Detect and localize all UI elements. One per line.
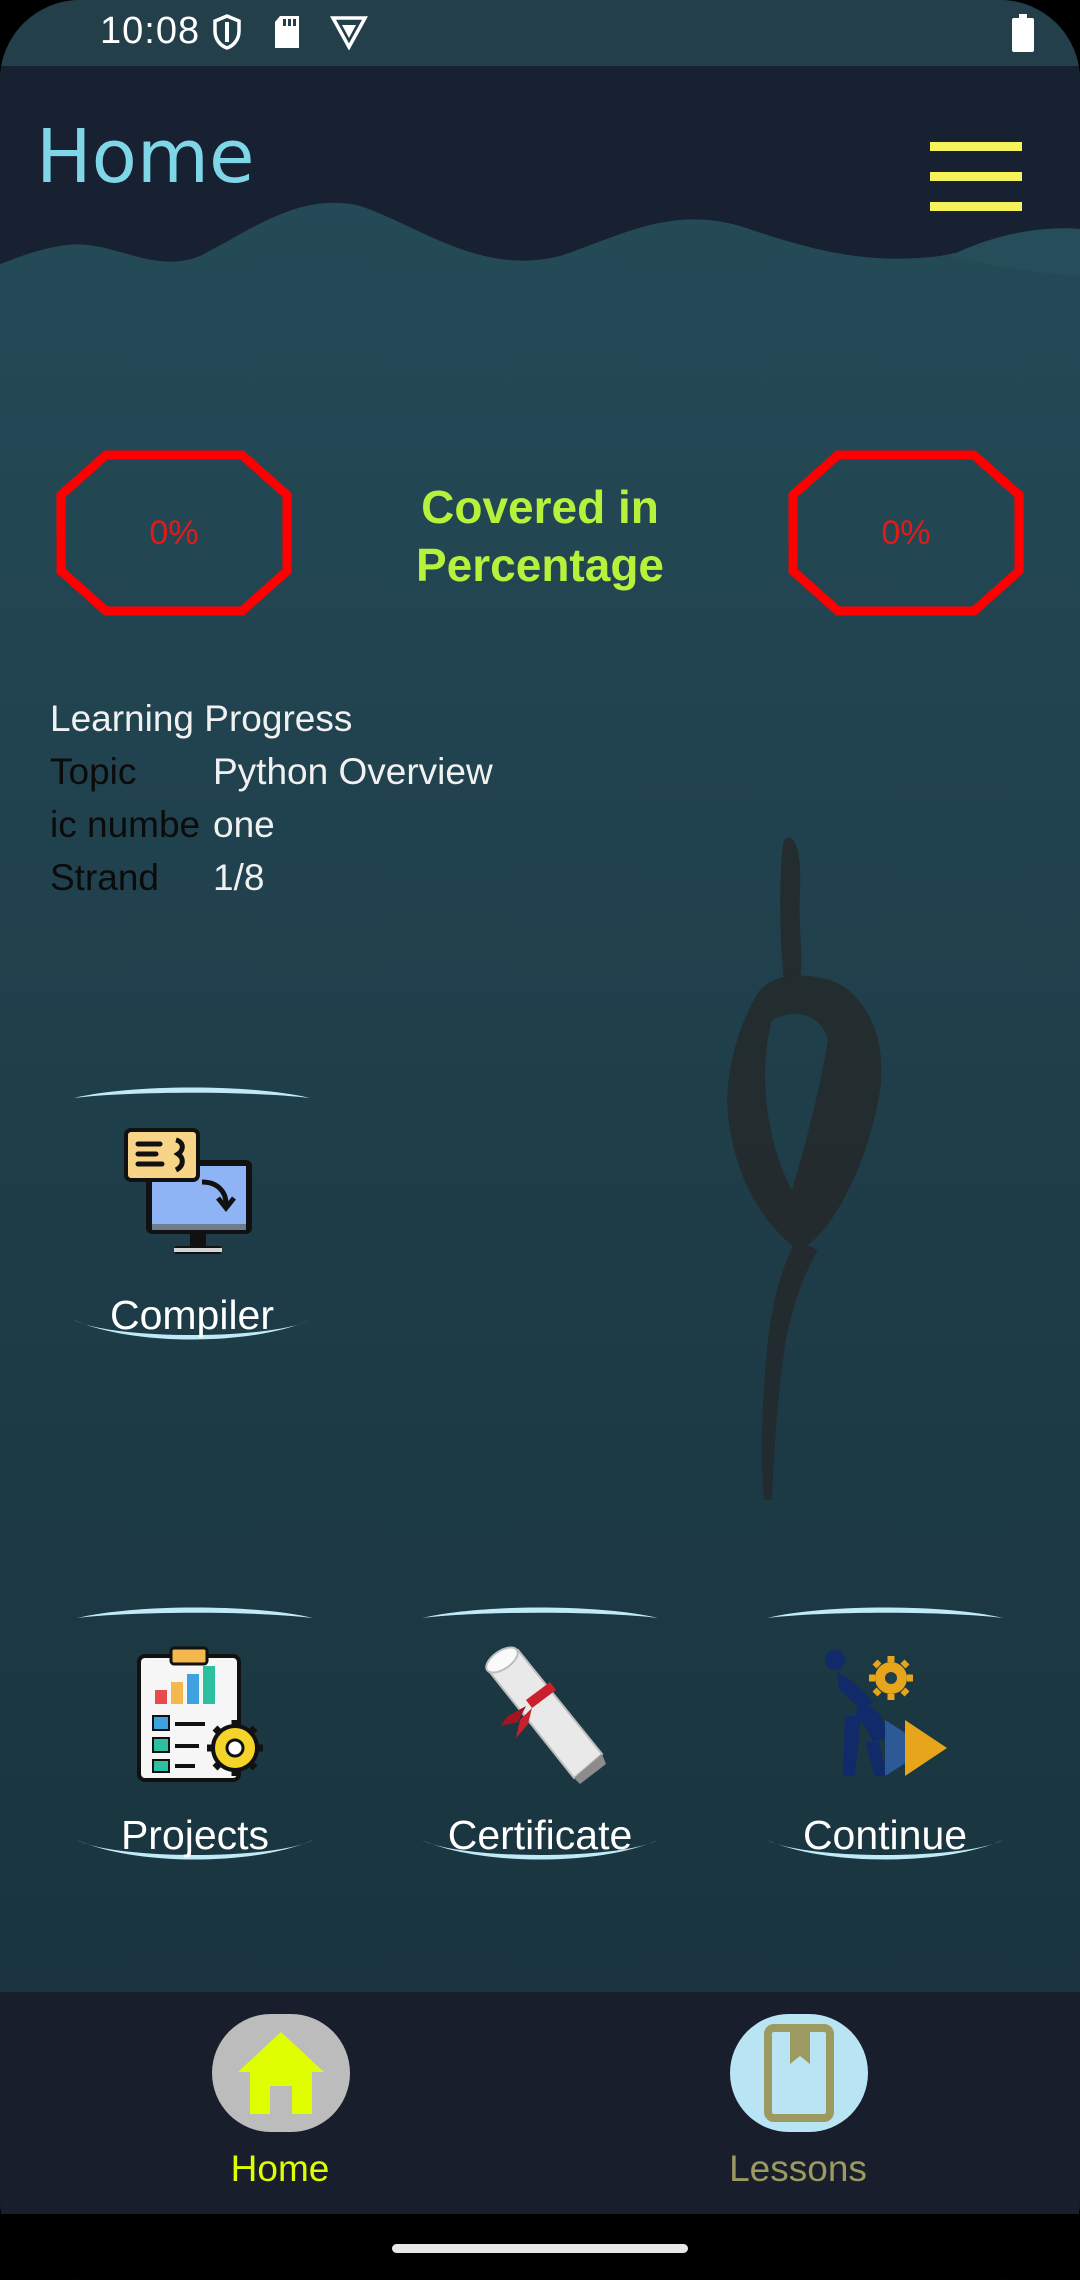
continue-tile[interactable]: Continue xyxy=(765,1606,1005,1886)
progress-left-value: 0% xyxy=(149,513,199,552)
covered-percentage-label: Covered in Percentage xyxy=(415,481,664,591)
certificate-scroll-icon xyxy=(485,1646,606,1784)
hamburger-menu-icon[interactable] xyxy=(930,142,1022,212)
projects-tile[interactable]: Projects xyxy=(75,1606,315,1886)
vpn-icon xyxy=(330,16,368,50)
tile-top-arc xyxy=(422,1607,658,1618)
nav-home-pill xyxy=(212,2014,350,2132)
status-bar: 10:08 xyxy=(0,0,1080,66)
status-time: 10:08 xyxy=(100,10,201,52)
certificate-tile[interactable]: Certificate xyxy=(420,1606,660,1886)
certificate-label: Certificate xyxy=(447,1812,633,1858)
compiler-computer-icon xyxy=(124,1128,252,1254)
topic-value: Python Overview xyxy=(213,751,493,792)
topic-number-label: ic numbe xyxy=(50,804,201,845)
project-clipboard-icon xyxy=(137,1646,263,1782)
progress-right-value: 0% xyxy=(881,513,931,552)
sd-card-icon xyxy=(275,16,299,48)
projects-label: Projects xyxy=(120,1812,270,1858)
battery-icon xyxy=(1012,14,1034,52)
book-icon xyxy=(764,2024,834,2122)
nav-item-lessons[interactable]: Lessons xyxy=(688,2014,908,2204)
page-title: Home xyxy=(36,114,255,200)
strand-label: Strand xyxy=(50,857,160,898)
progress-octagon-right: 0% xyxy=(788,450,1024,616)
home-icon xyxy=(238,2032,324,2114)
decorative-shadow-figure xyxy=(727,837,882,1500)
system-gesture-bar xyxy=(0,2214,1080,2280)
topic-number-value: one xyxy=(213,804,275,845)
continue-worker-icon xyxy=(825,1650,947,1776)
strand-value: 1/8 xyxy=(213,857,265,898)
compiler-tile[interactable]: Compiler xyxy=(72,1086,312,1366)
nav-lessons-label: Lessons xyxy=(729,2148,867,2189)
nav-lessons-pill xyxy=(730,2014,868,2132)
bottom-navigation: Home Lessons xyxy=(0,1992,1080,2214)
app-screen: 10:08 Home 0% Covered in Percentage 0% L… xyxy=(0,0,1080,2280)
tile-top-arc xyxy=(767,1607,1003,1618)
shield-icon xyxy=(213,14,241,50)
learning-progress-heading: Learning Progress xyxy=(50,698,353,739)
app-header: Home xyxy=(0,66,1080,286)
topic-label: Topic xyxy=(50,751,137,792)
tile-top-arc xyxy=(77,1607,313,1618)
nav-home-label: Home xyxy=(230,2148,330,2189)
continue-label: Continue xyxy=(802,1812,968,1858)
gesture-handle[interactable] xyxy=(392,2244,688,2253)
compiler-label: Compiler xyxy=(109,1292,275,1338)
tile-top-arc xyxy=(74,1087,310,1098)
progress-octagon-left: 0% xyxy=(56,450,292,616)
nav-item-home[interactable]: Home xyxy=(170,2014,390,2204)
